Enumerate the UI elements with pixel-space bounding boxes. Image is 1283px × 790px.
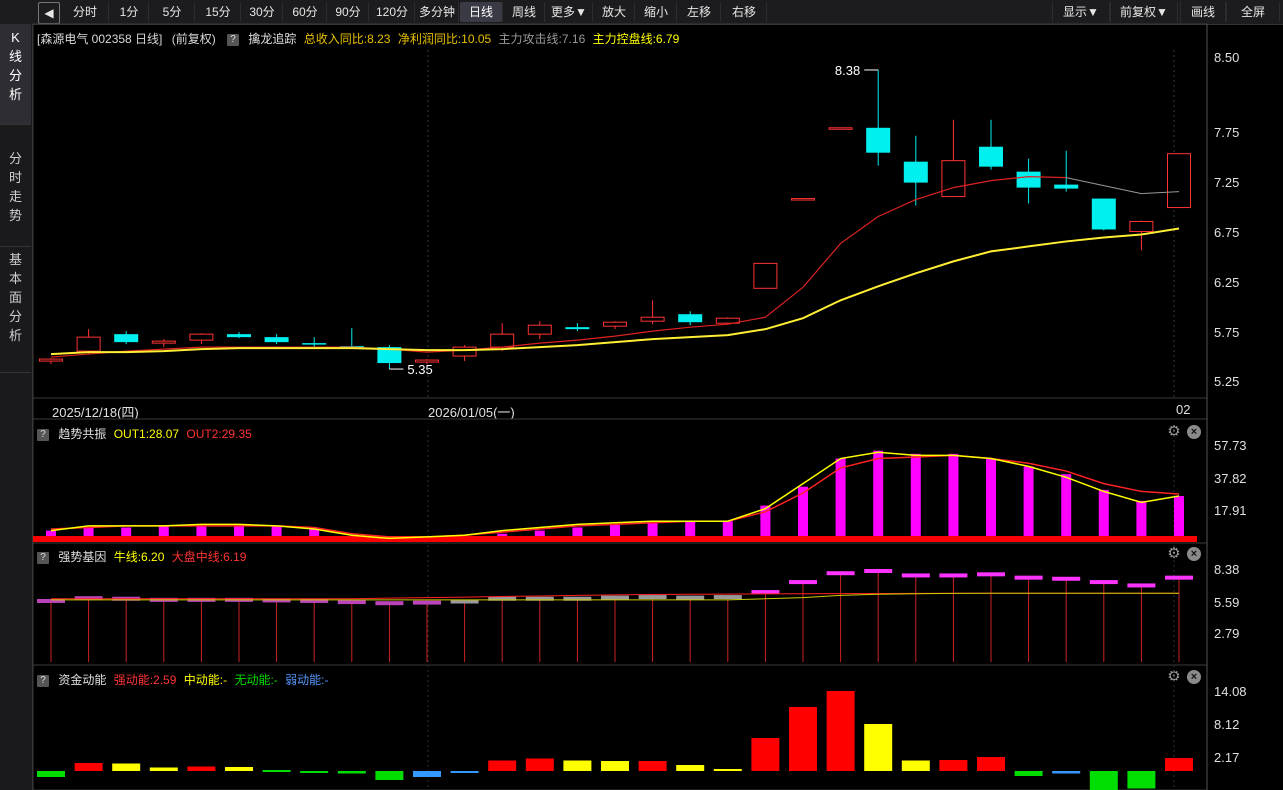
candle-body (791, 198, 815, 201)
momentum-bar (1014, 771, 1043, 776)
momentum-bar (149, 767, 178, 771)
trend-bar (1174, 496, 1184, 540)
candle-body (39, 358, 63, 362)
momentum-bar (977, 757, 1005, 771)
gene-bar (1127, 583, 1156, 588)
momentum-bar (676, 765, 705, 771)
momentum-bar (337, 771, 366, 774)
candle-body (1016, 171, 1041, 188)
momentum-bar (1127, 771, 1156, 789)
momentum-bar (112, 763, 141, 771)
candle-body (1129, 220, 1154, 232)
trend-bar (910, 453, 921, 540)
momentum-bar (187, 766, 216, 771)
candle-body (866, 127, 891, 153)
candle-body (828, 127, 853, 130)
gene-bar (977, 572, 1005, 577)
momentum-bar (525, 758, 554, 771)
gene-bar (413, 600, 441, 605)
candle-body (302, 343, 327, 345)
candle-body (1167, 153, 1191, 209)
gene-bar (1165, 575, 1193, 580)
candle-body (753, 262, 778, 289)
candle-body (151, 340, 176, 344)
momentum-bar (751, 738, 780, 771)
gene-bar (789, 580, 817, 585)
candle-body (565, 327, 590, 330)
gene-bar (1052, 576, 1081, 581)
momentum-bar (563, 760, 592, 771)
candle-body (264, 337, 289, 343)
trend-baseline-bar (33, 536, 1197, 542)
trend-bar (986, 458, 996, 540)
gene-bar (1014, 575, 1043, 580)
candle-body (1054, 184, 1079, 189)
momentum-bar (864, 724, 893, 771)
ma-gray-line (1066, 177, 1180, 195)
momentum-bar (1052, 771, 1081, 774)
gene-bar (601, 595, 629, 600)
candle-body (490, 333, 515, 348)
momentum-bar (713, 769, 742, 771)
candle-body (114, 334, 139, 343)
candle-body (678, 314, 703, 323)
gene-bar (864, 568, 893, 573)
gene-bar (939, 573, 968, 578)
momentum-bar (939, 760, 968, 771)
candle-body (903, 161, 928, 183)
trend-bar (1023, 466, 1034, 540)
gene-bar (1089, 580, 1118, 585)
gene-bar (826, 571, 855, 576)
momentum-bar (450, 771, 479, 773)
candle-body (76, 336, 101, 352)
gene-bar (713, 595, 742, 600)
momentum-bar (826, 691, 855, 771)
momentum-bar (1165, 758, 1193, 771)
gene-bar (676, 595, 705, 600)
momentum-bar (262, 770, 291, 772)
ma-yellow-line (50, 227, 1180, 356)
gene-bar (901, 573, 930, 578)
candle-body (603, 321, 627, 327)
high-price-label: 8.38 (835, 63, 860, 78)
candle-body (941, 160, 966, 198)
kline-chart-canvas[interactable]: 8.38 5.35 (0, 0, 1283, 790)
low-price-label: 5.35 (407, 362, 432, 377)
gene-bar (375, 601, 404, 606)
candle-body (452, 346, 477, 357)
momentum-bar (488, 760, 517, 771)
candle-body (527, 324, 552, 335)
trend-bar (948, 453, 959, 540)
momentum-bar (638, 761, 667, 771)
momentum-bar (74, 763, 103, 771)
momentum-bar (1089, 771, 1118, 790)
pane-frame (32, 542, 1208, 666)
momentum-bar (413, 771, 441, 777)
gene-bar (638, 595, 667, 600)
candle-body (227, 334, 251, 338)
candle-body (1091, 198, 1116, 230)
momentum-bar (37, 771, 65, 777)
trend-bar (1136, 500, 1147, 540)
candle-body (189, 333, 214, 341)
momentum-bar (789, 707, 817, 771)
trend-bar (1061, 474, 1072, 540)
momentum-bar (300, 771, 329, 773)
trend-bar (1098, 489, 1109, 540)
momentum-bar (601, 761, 629, 771)
gene-bar (337, 600, 366, 605)
trend-bar (873, 450, 884, 540)
candle-body (979, 146, 1003, 167)
momentum-bar (901, 760, 930, 771)
pane-frame (32, 23, 1208, 420)
momentum-bar (375, 771, 404, 780)
candle-body (640, 316, 665, 322)
ma-red-line (50, 176, 1067, 358)
momentum-bar (225, 767, 253, 771)
